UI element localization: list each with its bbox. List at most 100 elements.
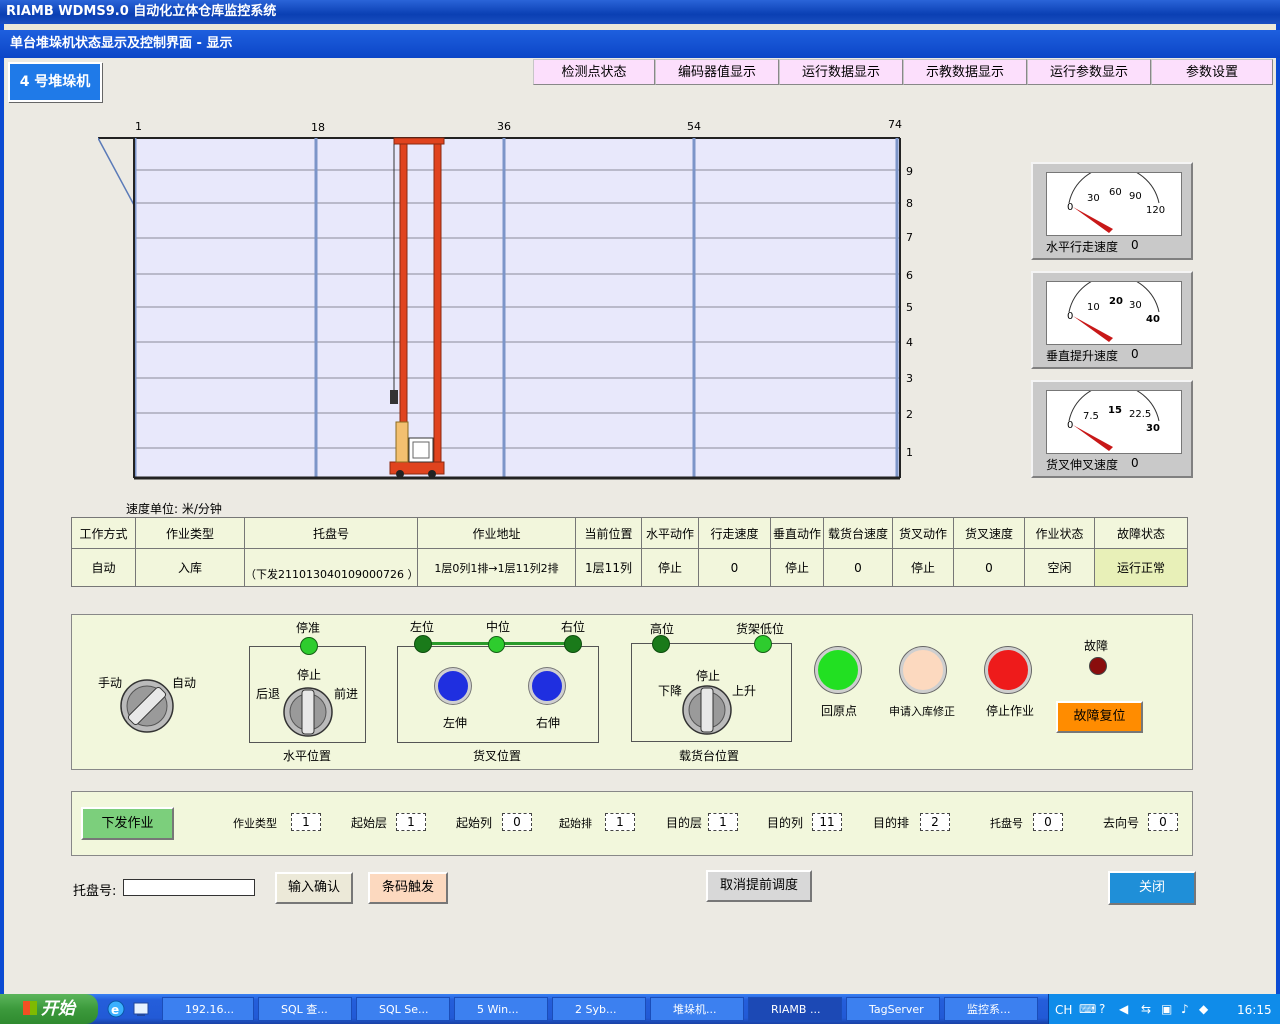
table-header-row: 工作方式 作业类型 托盘号 作业地址 当前位置 水平动作 行走速度 垂直动作 载…	[71, 517, 1188, 549]
layer-label: 3	[906, 372, 913, 385]
volume-icon[interactable]: ♪	[1181, 1002, 1189, 1016]
rack-area	[134, 138, 900, 478]
taskbar-item[interactable]: TagServer	[846, 997, 940, 1021]
gauge-tick: 40	[1146, 314, 1160, 325]
taskbar-item[interactable]: 192.16...	[162, 997, 254, 1021]
pallet-input[interactable]	[123, 879, 255, 896]
field-label: 去向号	[1103, 816, 1140, 830]
gauge-vertical-speed: 0 10 20 30 40 垂直提升速度 0	[1031, 271, 1193, 369]
taskbar-item-active[interactable]: RIAMB ...	[748, 997, 842, 1021]
fork-left-extend-button[interactable]	[435, 668, 471, 704]
request-fix-label: 申请入库修正	[889, 705, 955, 718]
fork-left-extend-label: 左伸	[443, 716, 468, 730]
keyboard-icon[interactable]: ⌨	[1079, 1002, 1096, 1016]
input-confirm-button[interactable]: 输入确认	[275, 872, 353, 904]
mode-selector-switch[interactable]	[118, 678, 176, 734]
taskbar-item[interactable]: 监控系...	[944, 997, 1038, 1021]
horizontal-switch[interactable]	[281, 686, 335, 738]
gauge-label: 货叉伸叉速度	[1046, 458, 1119, 472]
job-type-field[interactable]: 1	[291, 813, 321, 831]
forward-label: 前进	[334, 687, 359, 701]
crane-label: 4 号堆垛机	[8, 62, 102, 102]
fork-right-label: 右位	[561, 620, 586, 634]
tab-run-data[interactable]: 运行数据显示	[779, 59, 903, 85]
desktop-quicklaunch-icon[interactable]	[131, 999, 151, 1019]
taskbar-item[interactable]: SQL 查...	[258, 997, 352, 1021]
stop-ok-indicator	[300, 637, 318, 655]
table-cell: 停止	[641, 548, 699, 587]
security-icon[interactable]: ▣	[1161, 1002, 1172, 1016]
barcode-trigger-button[interactable]: 条码触发	[368, 872, 448, 904]
pallet-number-field[interactable]: 0	[1033, 813, 1063, 831]
taskbar-item[interactable]: 5 Win...	[454, 997, 548, 1021]
gauge-needle	[1073, 425, 1113, 451]
return-home-button[interactable]	[815, 647, 861, 693]
fork-right-extend-button[interactable]	[529, 668, 565, 704]
tab-detection-points[interactable]: 检测点状态	[533, 59, 655, 85]
gauge-value: 0	[1131, 347, 1139, 361]
help-icon[interactable]: ?	[1099, 1002, 1105, 1016]
stop-job-button[interactable]	[985, 647, 1031, 693]
dest-row-field[interactable]: 2	[920, 813, 950, 831]
dispatch-job-button[interactable]: 下发作业	[81, 807, 174, 840]
table-header: 当前位置	[575, 517, 642, 549]
language-indicator[interactable]: CH	[1055, 1003, 1072, 1017]
app-title: RIAMB WDMS9.0 自动化立体仓库监控系统	[6, 4, 277, 19]
dest-layer-field[interactable]: 1	[708, 813, 738, 831]
field-label: 起始层	[351, 816, 388, 830]
table-cell: 0	[953, 548, 1025, 587]
svg-text:e: e	[111, 1003, 119, 1017]
dest-column-field[interactable]: 11	[812, 813, 842, 831]
tab-encoder-values[interactable]: 编码器值显示	[655, 59, 779, 85]
network-icon[interactable]: ⇆	[1141, 1002, 1151, 1016]
taskbar-item[interactable]: 2 Syb...	[552, 997, 646, 1021]
cancel-advance-dispatch-button[interactable]: 取消提前调度	[706, 870, 812, 902]
tab-teach-data[interactable]: 示教数据显示	[903, 59, 1027, 85]
gauge-tick: 30	[1129, 300, 1142, 311]
fork-left-label: 左位	[410, 620, 435, 634]
layer-label: 5	[906, 301, 913, 314]
gauge-tick: 20	[1109, 296, 1123, 307]
tray-arrow-icon[interactable]: ◀	[1119, 1002, 1128, 1016]
pallet-input-label: 托盘号:	[73, 884, 117, 899]
gauge-tick: 60	[1109, 187, 1122, 198]
gauge-tick: 0	[1067, 202, 1073, 213]
start-layer-field[interactable]: 1	[396, 813, 426, 831]
gauge-needle	[1073, 207, 1113, 233]
taskbar-item[interactable]: 堆垛机...	[650, 997, 744, 1021]
gauge-tick: 90	[1129, 191, 1142, 202]
gauge-tick: 30	[1146, 423, 1160, 434]
close-button[interactable]: 关闭	[1108, 871, 1196, 905]
gauge-label: 垂直提升速度	[1046, 349, 1119, 363]
column-label: 54	[687, 120, 701, 133]
destination-number-field[interactable]: 0	[1148, 813, 1178, 831]
request-fix-button[interactable]	[900, 647, 946, 693]
table-row: 自动 入库 （下发211013040109000726 ） 1层0列1排→1层1…	[71, 548, 1188, 587]
gauge-fork-speed: 0 7.5 15 22.5 30 货叉伸叉速度 0	[1031, 380, 1193, 478]
carrier-switch[interactable]	[680, 684, 734, 736]
gauge-tick: 0	[1067, 311, 1073, 322]
table-cell: 停止	[770, 548, 824, 587]
table-header: 作业类型	[135, 517, 245, 549]
app-tray-icon[interactable]: ◆	[1199, 1002, 1208, 1016]
start-column-field[interactable]: 0	[502, 813, 532, 831]
fault-reset-button[interactable]: 故障复位	[1056, 701, 1143, 733]
table-header: 作业地址	[417, 517, 576, 549]
start-button[interactable]: 开始	[0, 994, 98, 1024]
gauge-value: 0	[1131, 238, 1139, 252]
tab-run-params[interactable]: 运行参数显示	[1027, 59, 1151, 85]
table-cell: 0	[823, 548, 893, 587]
window-title: 单台堆垛机状态显示及控制界面 - 显示	[10, 36, 233, 51]
gauge-tick: 15	[1108, 405, 1122, 416]
gauge-tick: 30	[1087, 193, 1100, 204]
tab-param-settings[interactable]: 参数设置	[1151, 59, 1273, 85]
layer-label: 2	[906, 408, 913, 421]
start-row-field[interactable]: 1	[605, 813, 635, 831]
layer-label: 9	[906, 165, 913, 178]
windows-logo-icon	[23, 1001, 37, 1015]
table-header: 货叉动作	[892, 517, 954, 549]
field-label: 托盘号	[990, 817, 1023, 830]
layer-label: 7	[906, 231, 913, 244]
ie-quicklaunch-icon[interactable]: e	[106, 999, 126, 1019]
taskbar-item[interactable]: SQL Se...	[356, 997, 450, 1021]
